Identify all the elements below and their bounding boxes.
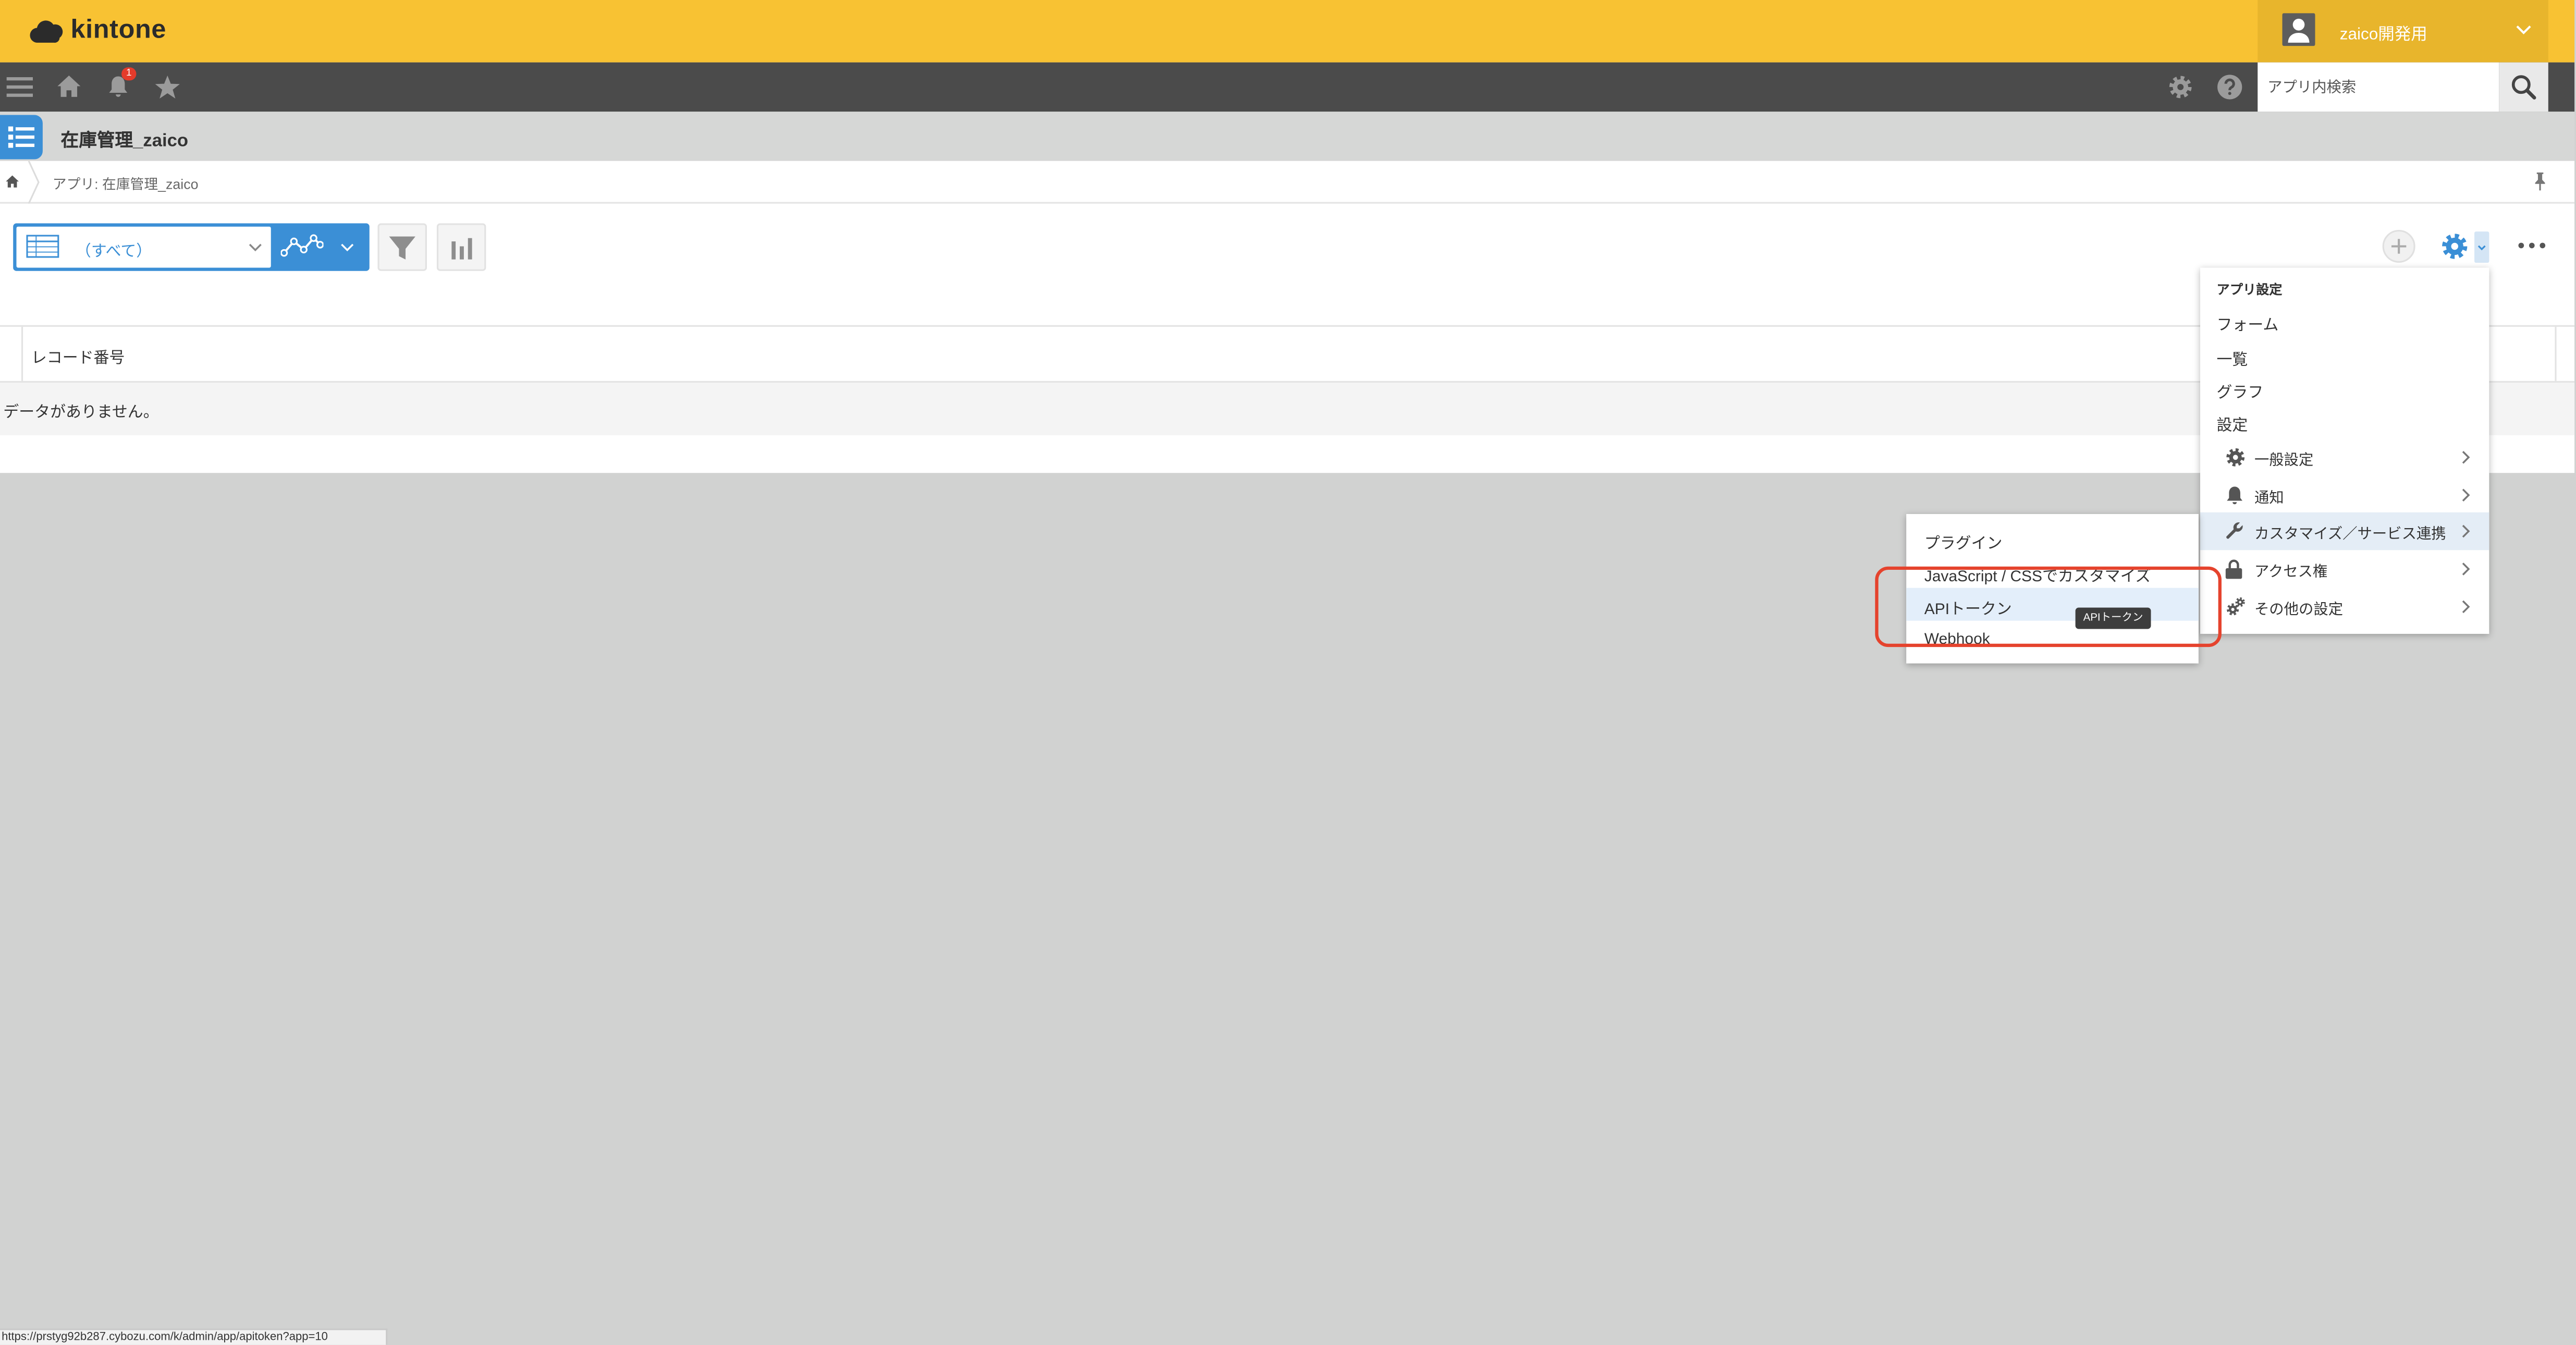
breadcrumb-separator-icon: [28, 161, 40, 204]
chart-button[interactable]: [436, 223, 486, 271]
search-icon: [2511, 75, 2536, 100]
logo-text: kintone: [70, 16, 167, 45]
view-selector: （すべて）: [13, 223, 370, 271]
user-menu[interactable]: zaico開発用: [2258, 0, 2548, 63]
gear-icon: [2226, 448, 2245, 467]
home-icon[interactable]: [56, 74, 82, 99]
view-dropdown[interactable]: （すべて）: [16, 226, 271, 268]
user-name: zaico開発用: [2339, 26, 2427, 45]
app-search-input[interactable]: [2258, 62, 2499, 112]
list-icon: [8, 126, 35, 148]
menu-item-label: アクセス権: [2254, 563, 2328, 580]
menu-item-label: カスタマイズ／サービス連携: [2254, 525, 2446, 542]
highlight-annotation-box: [1875, 566, 2222, 647]
breadcrumb: アプリ: 在庫管理_zaico: [0, 161, 2575, 204]
kintone-logo[interactable]: kintone: [30, 13, 166, 49]
graph-view-icon[interactable]: [280, 233, 324, 259]
menu-item-label: その他の設定: [2254, 601, 2344, 618]
filter-icon: [389, 236, 415, 260]
home-icon[interactable]: [5, 174, 19, 189]
submenu-item-plugins[interactable]: プラグイン: [1906, 522, 2199, 555]
app-icon[interactable]: [0, 115, 43, 160]
menu-item-form[interactable]: フォーム: [2217, 312, 2279, 335]
search-button[interactable]: [2499, 62, 2548, 112]
plus-icon: [2391, 239, 2407, 254]
star-icon[interactable]: [154, 74, 180, 100]
notification-badge[interactable]: 1: [121, 67, 137, 81]
status-bar-url: https://prstyg92b287.cybozu.com/k/admin/…: [0, 1328, 388, 1345]
app-settings-gear-icon[interactable]: [2440, 231, 2470, 261]
record-list-area: （すべて） レコード番号 データがありません。: [0, 203, 2575, 473]
cloud-logo-icon: [30, 20, 63, 43]
app-title-bar: 在庫管理_zaico: [0, 112, 2575, 161]
global-header: kintone zaico開発用: [0, 0, 2575, 63]
kintone-app-window: kintone zaico開発用 1 在庫管理_zaico アプリ: 在庫管理_…: [0, 0, 2575, 1345]
chevron-down-icon: [249, 243, 262, 252]
app-settings-menu: アプリ設定 フォーム 一覧 グラフ 設定 一般設定 通知 カスタマイズ／サービス…: [2200, 267, 2489, 634]
breadcrumb-app-link[interactable]: アプリ: 在庫管理_zaico: [53, 174, 199, 194]
gear-icon[interactable]: [2167, 74, 2193, 100]
menu-item-general-settings[interactable]: 一般設定: [2200, 438, 2489, 476]
table-header-row: レコード番号: [0, 325, 2575, 383]
pin-icon[interactable]: [2533, 172, 2546, 191]
menu-icon[interactable]: [6, 76, 33, 99]
menu-item-other-settings[interactable]: その他の設定: [2200, 588, 2489, 626]
wrench-icon: [2226, 522, 2243, 539]
chevron-right-icon: [2462, 600, 2470, 614]
menu-item-access-rights[interactable]: アクセス権: [2200, 550, 2489, 588]
more-options-icon[interactable]: [2517, 241, 2547, 250]
submenu-item-label: プラグイン: [1924, 535, 2003, 554]
settings-dropdown-toggle[interactable]: [2474, 231, 2489, 263]
view-selected-label: （すべて）: [75, 243, 152, 261]
help-icon[interactable]: [2217, 74, 2243, 100]
bar-chart-icon: [451, 238, 472, 260]
column-divider: [21, 326, 23, 381]
page-title: 在庫管理_zaico: [60, 131, 189, 151]
menu-item-label: 一般設定: [2254, 451, 2314, 468]
bell-icon: [2227, 486, 2242, 505]
gears-icon: [2227, 597, 2245, 616]
table-icon: [26, 235, 59, 258]
empty-message: データがありません。: [3, 404, 159, 422]
chevron-right-icon: [2462, 563, 2470, 576]
chevron-down-icon: [2477, 245, 2486, 251]
avatar-icon: [2282, 13, 2315, 46]
menu-section-label: 設定: [2216, 417, 2248, 435]
menu-heading: アプリ設定: [2216, 282, 2283, 298]
chevron-down-icon[interactable]: [340, 243, 354, 253]
chevron-right-icon: [2462, 488, 2470, 502]
chevron-right-icon: [2462, 524, 2470, 538]
filter-button[interactable]: [377, 223, 427, 271]
column-header-record-number[interactable]: レコード番号: [31, 345, 125, 368]
menu-item-notifications[interactable]: 通知: [2200, 476, 2489, 514]
empty-table-row: データがありません。: [0, 382, 2575, 435]
global-nav-bar: 1: [0, 62, 2575, 112]
chevron-right-icon: [2462, 451, 2470, 464]
menu-item-customize-integration[interactable]: カスタマイズ／サービス連携: [2200, 512, 2489, 551]
menu-item-graph[interactable]: グラフ: [2217, 380, 2264, 402]
menu-item-label: 通知: [2254, 489, 2284, 506]
column-divider: [2555, 326, 2557, 381]
lock-icon: [2225, 559, 2242, 579]
chevron-down-icon[interactable]: [2516, 25, 2532, 36]
add-record-button[interactable]: [2382, 230, 2415, 263]
menu-item-list[interactable]: 一覧: [2217, 347, 2248, 370]
